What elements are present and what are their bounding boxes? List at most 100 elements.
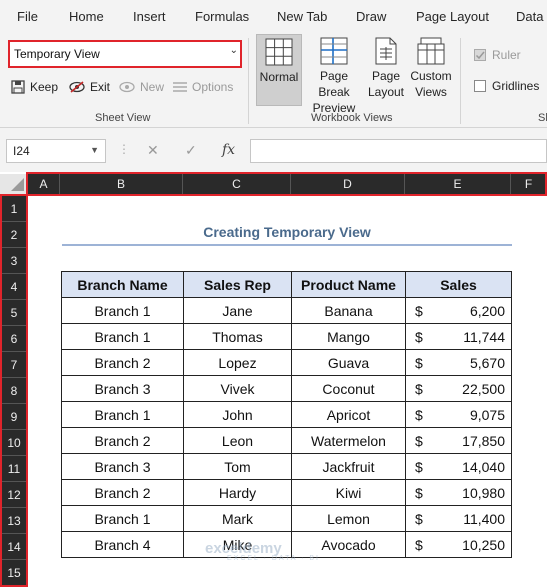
cell-rep[interactable]: Leon — [183, 427, 292, 454]
header-sales[interactable]: Sales — [405, 271, 512, 298]
normal-view-button[interactable]: Normal — [256, 34, 302, 106]
header-branch-name[interactable]: Branch Name — [61, 271, 184, 298]
header-sales-rep[interactable]: Sales Rep — [183, 271, 292, 298]
sheet-title: Creating Temporary View — [203, 224, 371, 240]
row-header[interactable]: 10 — [2, 430, 26, 456]
row-header[interactable]: 12 — [2, 482, 26, 508]
sales-value: 14,040 — [462, 458, 505, 475]
row-header[interactable]: 11 — [2, 456, 26, 482]
cell-branch[interactable]: Branch 3 — [61, 375, 184, 402]
cell-product[interactable]: Apricot — [291, 401, 406, 428]
gridlines-checkbox[interactable]: Gridlines — [474, 79, 539, 93]
row-header[interactable]: 3 — [2, 248, 26, 274]
cell-sales[interactable]: $5,670 — [405, 349, 512, 376]
cell-sales[interactable]: $9,075 — [405, 401, 512, 428]
cell-rep[interactable]: Tom — [183, 453, 292, 480]
cell-branch[interactable]: Branch 1 — [61, 401, 184, 428]
row-header[interactable]: 15 — [2, 560, 26, 586]
column-header-f[interactable]: F — [511, 174, 547, 194]
cell-branch[interactable]: Branch 2 — [61, 427, 184, 454]
page-layout-view-button[interactable]: Page Layout — [366, 34, 406, 106]
options-button[interactable]: Options — [172, 78, 233, 96]
cell-branch[interactable]: Branch 3 — [61, 453, 184, 480]
cell-rep[interactable]: Mark — [183, 505, 292, 532]
cell-product[interactable]: Jackfruit — [291, 453, 406, 480]
cell-rep[interactable]: Jane — [183, 297, 292, 324]
cell-sales[interactable]: $6,200 — [405, 297, 512, 324]
menu-file[interactable]: File — [17, 9, 38, 24]
custom-views-button[interactable]: Custom Views — [408, 34, 454, 106]
cell-rep[interactable]: John — [183, 401, 292, 428]
exit-button[interactable]: Exit — [68, 78, 110, 96]
sheet-view-dropdown[interactable]: Temporary View ⌄ — [8, 40, 242, 68]
cell-rep[interactable]: Vivek — [183, 375, 292, 402]
menu-page-layout[interactable]: Page Layout — [416, 9, 489, 24]
sales-value: 6,200 — [469, 302, 505, 319]
page-break-preview-icon — [320, 37, 348, 65]
page-break-preview-button[interactable]: Page Break Preview — [304, 34, 364, 115]
keep-button[interactable]: Keep — [10, 78, 58, 96]
sales-value: 11,744 — [463, 328, 505, 345]
name-box[interactable]: I24 ▼ — [6, 139, 106, 163]
cell-product[interactable]: Kiwi — [291, 479, 406, 506]
cell-product[interactable]: Mango — [291, 323, 406, 350]
row-header[interactable]: 2 — [2, 222, 26, 248]
cell-sales[interactable]: $10,250 — [405, 531, 512, 558]
row-header[interactable]: 6 — [2, 326, 26, 352]
cell-product[interactable]: Watermelon — [291, 427, 406, 454]
menu-new-tab[interactable]: New Tab — [277, 9, 327, 24]
cell-product[interactable]: Lemon — [291, 505, 406, 532]
column-header-a[interactable]: A — [28, 174, 60, 194]
row-header[interactable]: 1 — [2, 196, 26, 222]
enter-icon[interactable]: ✓ — [185, 142, 197, 159]
cell-sales[interactable]: $14,040 — [405, 453, 512, 480]
header-product-name[interactable]: Product Name — [291, 271, 406, 298]
currency-symbol: $ — [415, 302, 423, 319]
cell-rep[interactable]: Lopez — [183, 349, 292, 376]
cell-product[interactable]: Coconut — [291, 375, 406, 402]
cell-product[interactable]: Guava — [291, 349, 406, 376]
new-sheet-view-button[interactable]: New — [118, 78, 164, 96]
column-header-e[interactable]: E — [405, 174, 511, 194]
row-header[interactable]: 9 — [2, 404, 26, 430]
cell-sales[interactable]: $11,744 — [405, 323, 512, 350]
cell-branch[interactable]: Branch 1 — [61, 323, 184, 350]
cell-product[interactable]: Banana — [291, 297, 406, 324]
cell-sales[interactable]: $22,500 — [405, 375, 512, 402]
cell-branch[interactable]: Branch 1 — [61, 297, 184, 324]
row-header[interactable]: 5 — [2, 300, 26, 326]
page-layout-icon — [375, 37, 397, 65]
row-header[interactable]: 13 — [2, 508, 26, 534]
new-view-icon — [119, 81, 135, 93]
cell-sales[interactable]: $10,980 — [405, 479, 512, 506]
row-header[interactable]: 8 — [2, 378, 26, 404]
cell-branch[interactable]: Branch 2 — [61, 349, 184, 376]
cell-sales[interactable]: $17,850 — [405, 427, 512, 454]
cell-rep[interactable]: Thomas — [183, 323, 292, 350]
page-layout-label-2: Layout — [367, 85, 405, 99]
menu-insert[interactable]: Insert — [133, 9, 166, 24]
cell-rep[interactable]: Hardy — [183, 479, 292, 506]
row-header[interactable]: 4 — [2, 274, 26, 300]
menu-formulas[interactable]: Formulas — [195, 9, 249, 24]
ribbon-view: Temporary View ⌄ Keep Exit New Options S… — [0, 32, 547, 128]
insert-function-icon[interactable]: fx — [222, 142, 235, 158]
row-header[interactable]: 14 — [2, 534, 26, 560]
exit-label: Exit — [90, 80, 111, 94]
column-header-c[interactable]: C — [183, 174, 291, 194]
select-all-corner[interactable] — [0, 174, 28, 194]
cell-branch[interactable]: Branch 4 — [61, 531, 184, 558]
ruler-checkbox[interactable]: Ruler — [474, 48, 521, 62]
cell-branch[interactable]: Branch 2 — [61, 479, 184, 506]
menu-home[interactable]: Home — [69, 9, 104, 24]
cell-sales[interactable]: $11,400 — [405, 505, 512, 532]
cell-branch[interactable]: Branch 1 — [61, 505, 184, 532]
menu-draw[interactable]: Draw — [356, 9, 386, 24]
table-row: Branch 1 Jane Banana $6,200 — [61, 297, 512, 324]
formula-input[interactable] — [250, 139, 547, 163]
column-header-d[interactable]: D — [291, 174, 405, 194]
column-header-b[interactable]: B — [60, 174, 183, 194]
row-header[interactable]: 7 — [2, 352, 26, 378]
cancel-icon[interactable]: ✕ — [147, 142, 159, 159]
menu-data[interactable]: Data — [516, 9, 543, 24]
